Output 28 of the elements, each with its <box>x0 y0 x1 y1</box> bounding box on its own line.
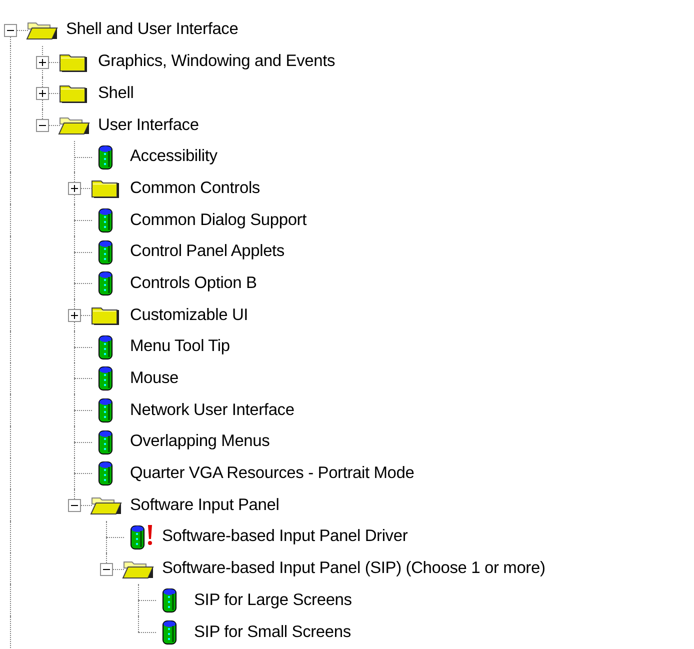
tree-item-label[interactable]: Software Input Panel <box>130 492 280 518</box>
collapse-icon[interactable] <box>100 562 113 576</box>
expand-icon[interactable] <box>68 182 81 196</box>
tree-item-label[interactable]: SIP for Small Screens <box>194 620 351 644</box>
collapse-icon[interactable] <box>36 118 49 132</box>
tree-item-label[interactable]: Software-based Input Panel (SIP) (Choose 1 or more) <box>162 556 546 581</box>
tree-item-label[interactable]: Menu Tool Tip <box>130 334 230 360</box>
tree-item-label[interactable]: Quarter VGA Resources - Portrait Mode <box>130 461 414 486</box>
tree-item-label[interactable]: User Interface <box>98 112 199 138</box>
tree-item-label[interactable]: Graphics, Windowing and Events <box>98 49 336 74</box>
tree-item-label[interactable]: Shell and User Interface <box>66 17 238 42</box>
expand-icon[interactable] <box>68 309 81 322</box>
tree-item-label[interactable]: Accessibility <box>130 144 218 169</box>
expand-icon[interactable] <box>36 87 49 100</box>
tree-item-label[interactable]: Control Panel Applets <box>130 239 284 264</box>
tree-item-label[interactable]: Overlapping Menus <box>130 429 270 454</box>
collapse-icon[interactable] <box>68 499 81 512</box>
tree-item-label[interactable]: Customizable UI <box>130 302 248 328</box>
tree-item-label[interactable]: Shell <box>98 80 134 106</box>
tree-item-label[interactable]: SIP for Large Screens <box>194 588 352 613</box>
tree-item-label[interactable]: Controls Option B <box>130 270 257 296</box>
tree-item-label[interactable]: Mouse <box>130 366 179 391</box>
tree-item-label[interactable]: Network User Interface <box>130 398 294 422</box>
collapse-icon[interactable] <box>4 24 17 37</box>
tree-item-label[interactable]: Common Controls <box>130 176 260 201</box>
expand-icon[interactable] <box>36 56 49 69</box>
tree-item-label[interactable]: Common Dialog Support <box>130 208 306 232</box>
tree-item-label[interactable]: Software-based Input Panel Driver <box>162 524 408 550</box>
